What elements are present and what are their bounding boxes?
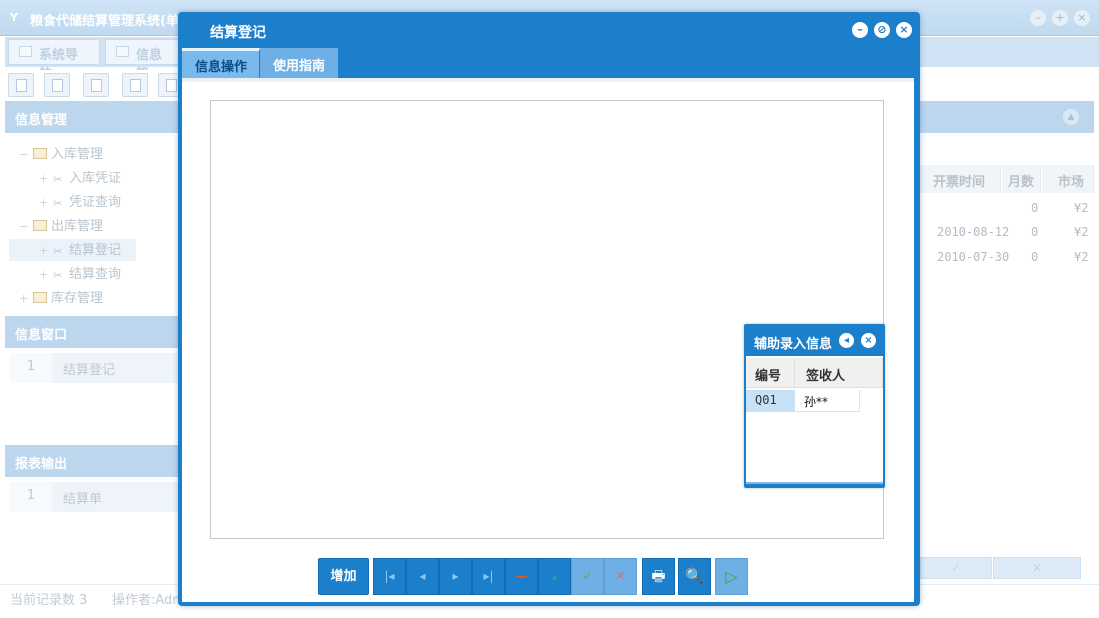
print-preview-icon[interactable]: 🔍 [678,558,711,595]
document-icon[interactable] [83,73,109,97]
next-record-button[interactable]: ▸ [439,558,472,595]
column-header-id[interactable]: 编号 [746,358,795,388]
right-content-panel: ▲ 开票时间 月数 市场 0 ¥2 2010-08-12 0 ¥2 2010-0… [918,101,1099,581]
minimize-icon[interactable]: – [852,22,868,38]
tab-info-operation[interactable]: 信息操作 [182,48,260,78]
panel-header-info-window[interactable]: 信息窗口 [5,316,180,348]
list-item-label: 结算单 [52,482,180,512]
folder-icon [33,220,47,231]
collapse-icon[interactable]: − [19,148,29,161]
helper-cell-signer[interactable]: 孙** [795,390,860,412]
first-record-button[interactable]: |◂ [373,558,406,595]
tree-label: 入库凭证 [69,171,122,186]
tree-label: 凭证查询 [69,195,122,210]
delete-button[interactable]: — [505,558,538,595]
panel-header-info-management[interactable]: 信息管理 [5,101,180,133]
grid-cell-months: 0 [1031,201,1039,215]
list-item-number: 1 [10,482,52,512]
restore-icon[interactable]: + [1052,10,1068,26]
panel-header-report-output[interactable]: 报表输出 [5,445,180,477]
tab-info[interactable]: 信息管 [105,39,185,82]
collapse-icon[interactable]: − [19,220,29,233]
left-sidebar: 信息管理 − 入库管理 + ✂ 入库凭证 + ✂ 凭证查询 − 出库管理 + ✂ 结算登记 + ✂… [5,101,180,581]
close-icon[interactable]: × [896,22,912,38]
move-up-button[interactable]: ▴ [538,558,571,595]
expand-icon: + [39,196,49,209]
column-header-invoice-time[interactable]: 开票时间 [918,165,1001,193]
tree-item-inbound-voucher[interactable]: + ✂ 入库凭证 [39,167,121,189]
list-item[interactable]: 1 结算登记 [10,353,180,383]
tree-item-settlement-register[interactable]: + ✂ 结算登记 [9,239,136,261]
tab-user-guide[interactable]: 使用指南 [260,48,339,78]
user-icon[interactable] [122,73,148,97]
search-icon[interactable] [8,73,34,97]
folder-icon [33,292,47,303]
input-helper-popup: 辅助录入信息 ◂ × 编号 签收人 Q01 孙** [744,324,885,488]
column-header-signer[interactable]: 签收人 [795,358,883,388]
helper-cell-id[interactable]: Q01 [746,390,795,412]
right-panel-header: ▲ [918,101,1094,133]
minimize-icon[interactable]: – [1030,10,1046,26]
grid-cell-price: ¥2 [1074,225,1089,239]
column-header-market[interactable]: 市场 [1042,165,1094,193]
tree-label: 结算查询 [69,267,122,282]
confirm-button[interactable]: ✓ [571,558,604,595]
list-item-label: 结算登记 [52,353,180,383]
folder-icon [33,148,47,159]
dialog-toolbar: 增加 |◂ ◂ ▸ ▸| — ▴ ✓ ✕ 🖶 🔍 ▷ [318,558,754,596]
tree-label: 库存管理 [51,291,104,306]
tab-system-nav[interactable]: 系统导航 [8,39,100,82]
helper-title: 辅助录入信息 [754,337,833,352]
list-icon[interactable] [44,73,70,97]
operator: 操作者:Adm [112,593,185,608]
expand-icon: + [39,244,49,257]
settlement-register-dialog: 结算登记 – ⊘ × 信息操作 使用指南 增加 |◂ ◂ ▸ ▸| — ▴ ✓ … [178,12,920,606]
app-logo-icon: Y [10,11,18,24]
tree-item-voucher-query[interactable]: + ✂ 凭证查询 [39,191,121,213]
close-icon[interactable]: × [1074,10,1090,26]
tool-icon: ✂ [53,269,63,282]
expand-icon: + [39,172,49,185]
grid-cell-months: 0 [1031,225,1039,239]
tool-icon: ✂ [53,173,63,186]
app-title: 粮食代储结算管理系统(单 [30,14,179,29]
list-item[interactable]: 1 结算单 [10,482,180,512]
tree-label: 结算登记 [69,243,122,258]
tree-item-inbound[interactable]: − 入库管理 [19,143,103,165]
tool-icon: ✂ [53,245,63,258]
dialog-tab-strip: 信息操作 使用指南 [182,48,914,78]
cancel-button-bg[interactable]: ✕ [993,557,1081,579]
back-icon[interactable]: ◂ [839,333,854,348]
cancel-button[interactable]: ✕ [604,558,637,595]
tree-item-inventory[interactable]: + 库存管理 [19,287,103,309]
restore-icon[interactable]: ⊘ [874,22,890,38]
play-icon[interactable]: ▷ [715,558,748,595]
grid-cell-price: ¥2 [1074,250,1089,264]
close-icon[interactable]: × [861,333,876,348]
confirm-button-bg[interactable]: ✓ [920,557,992,579]
last-record-button[interactable]: ▸| [472,558,505,595]
collapse-up-icon[interactable]: ▲ [1063,109,1079,125]
print-icon[interactable]: 🖶 [642,558,675,595]
grid-icon [116,46,129,57]
dialog-title: 结算登记 [210,25,266,41]
grid-cell-months: 0 [1031,250,1039,264]
grid-cell-date: 2010-08-12 [937,225,1010,239]
tree-label: 入库管理 [51,147,104,162]
expand-icon: + [39,268,49,281]
tool-icon: ✂ [53,197,63,210]
helper-grid: 编号 签收人 Q01 孙** [746,356,883,484]
prev-record-button[interactable]: ◂ [406,558,439,595]
record-count: 当前记录数 3 [10,593,88,608]
grid-cell-date: 2010-07-30 [937,250,1010,264]
tree-item-settlement-query[interactable]: + ✂ 结算查询 [39,263,121,285]
list-item-number: 1 [10,353,52,383]
tree-item-outbound[interactable]: − 出库管理 [19,215,103,237]
column-header-months[interactable]: 月数 [1002,165,1041,193]
expand-icon[interactable]: + [19,292,29,305]
window-icon [19,46,32,57]
add-button[interactable]: 增加 [318,558,369,595]
grid-cell-price: ¥2 [1074,201,1089,215]
tree-label: 出库管理 [51,219,104,234]
